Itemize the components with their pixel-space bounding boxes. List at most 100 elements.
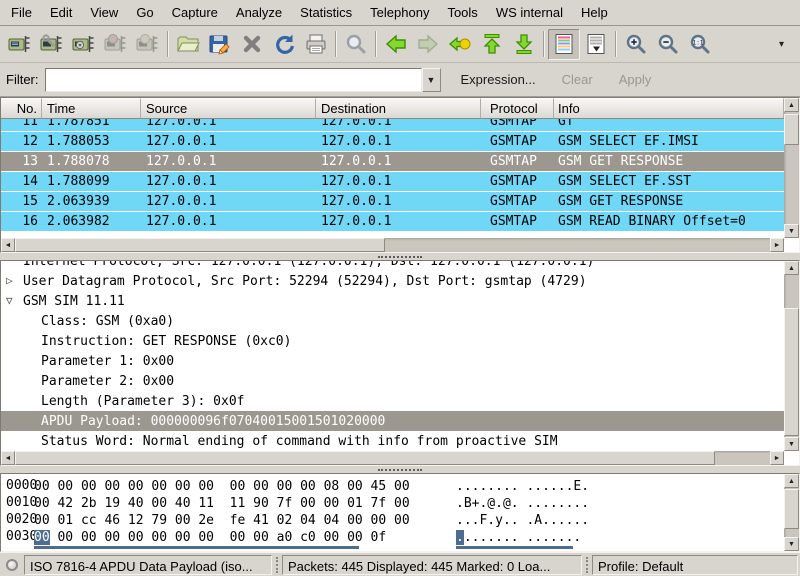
zoom-normal-button[interactable]: 1:1 xyxy=(684,29,716,60)
vscrollbar-thumb[interactable] xyxy=(784,114,799,145)
packet-row-selected[interactable]: 13 1.788078 127.0.0.1 127.0.0.1 GSMTAP G… xyxy=(1,152,784,172)
menu-item-help[interactable]: Help xyxy=(572,0,617,25)
scroll-up-icon[interactable]: ▲ xyxy=(784,474,799,488)
detail-row-apdu-payload-selected[interactable]: APDU Payload: 000000096f0704001500150102… xyxy=(1,411,784,431)
filter-input[interactable] xyxy=(45,68,422,92)
go-forward-button[interactable] xyxy=(412,29,444,60)
go-back-button[interactable] xyxy=(380,29,412,60)
vscrollbar-thumb[interactable] xyxy=(784,308,799,436)
zoom-in-button[interactable] xyxy=(620,29,652,60)
find-packet-button[interactable] xyxy=(340,29,372,60)
save-file-button[interactable] xyxy=(204,29,236,60)
detail-row-clipped[interactable]: Internet Protocol, Src: 127.0.0.1 (127.0… xyxy=(1,261,784,271)
statusbar-resize-grip[interactable] xyxy=(276,557,278,573)
menu-item-ws-internal[interactable]: WS internal xyxy=(487,0,572,25)
capture-start-button[interactable] xyxy=(68,29,100,60)
clear-button[interactable]: Clear xyxy=(556,68,599,91)
list-interfaces-icon xyxy=(8,32,32,56)
hex-row[interactable]: 0030 00 00 00 00 00 00 00 00 00 00 a0 c0… xyxy=(1,528,784,545)
close-file-button[interactable] xyxy=(236,29,268,60)
colorize-packets-toggle[interactable] xyxy=(548,29,580,60)
hex-row[interactable]: 0000 00 00 00 00 00 00 00 00 00 00 00 00… xyxy=(1,477,784,494)
detail-row-length[interactable]: Length (Parameter 3): 0x0f xyxy=(1,391,784,411)
detail-row-class[interactable]: Class: GSM (0xa0) xyxy=(1,311,784,331)
main-toolbar: 1:1 ▾ xyxy=(0,26,800,63)
detail-row-udp[interactable]: ▷ User Datagram Protocol, Src Port: 5229… xyxy=(1,271,784,291)
hex-dump-pane: 0000 00 00 00 00 00 00 00 00 00 00 00 00… xyxy=(0,473,800,552)
detail-row-status-word[interactable]: Status Word: Normal ending of command wi… xyxy=(1,431,784,451)
status-profile[interactable]: Profile: Default xyxy=(592,555,798,575)
capture-options-button[interactable] xyxy=(36,29,68,60)
col-header-destination[interactable]: Destination xyxy=(316,98,481,119)
go-to-top-button[interactable] xyxy=(476,29,508,60)
scroll-up-icon[interactable]: ▲ xyxy=(784,261,799,275)
menu-item-telephony[interactable]: Telephony xyxy=(361,0,438,25)
scroll-right-icon[interactable]: ► xyxy=(770,451,784,465)
close-file-icon xyxy=(240,32,264,56)
col-header-no[interactable]: No. xyxy=(1,98,42,119)
menu-item-go[interactable]: Go xyxy=(127,0,162,25)
packet-list-hscrollbar[interactable]: ◄ ► xyxy=(1,238,784,252)
toolbar-overflow-button[interactable]: ▾ xyxy=(775,35,788,54)
open-file-button[interactable] xyxy=(172,29,204,60)
pane-resize-handle[interactable] xyxy=(0,466,800,473)
hex-vscrollbar[interactable]: ▲ ▼ xyxy=(784,474,799,551)
expert-info-button[interactable] xyxy=(2,555,21,574)
detail-row-instruction[interactable]: Instruction: GET RESPONSE (0xc0) xyxy=(1,331,784,351)
scroll-down-icon[interactable]: ▼ xyxy=(784,537,799,551)
chevron-down-icon: ▼ xyxy=(427,75,436,85)
packet-row[interactable]: 16 2.063982 127.0.0.1 127.0.0.1 GSMTAP G… xyxy=(1,212,784,232)
hscrollbar-thumb[interactable] xyxy=(15,451,715,465)
grip-dots-icon xyxy=(378,256,422,258)
packet-row[interactable]: 12 1.788053 127.0.0.1 127.0.0.1 GSMTAP G… xyxy=(1,132,784,152)
col-header-source[interactable]: Source xyxy=(141,98,316,119)
details-hscrollbar[interactable]: ◄ ► xyxy=(1,451,784,465)
scroll-down-icon[interactable]: ▼ xyxy=(784,224,799,238)
print-icon xyxy=(304,32,328,56)
packet-list-vscrollbar[interactable]: ▲ ▼ xyxy=(784,98,799,238)
hex-row[interactable]: 0020 00 01 cc 46 12 79 00 2e fe 41 02 04… xyxy=(1,511,784,528)
expander-expanded-icon[interactable]: ▽ xyxy=(6,294,13,307)
packet-row-clipped[interactable]: 11 1.787851 127.0.0.1 127.0.0.1 GSMTAP G… xyxy=(1,119,784,132)
vscrollbar-thumb[interactable] xyxy=(784,489,799,529)
scroll-down-icon[interactable]: ▼ xyxy=(784,437,799,451)
menu-item-view[interactable]: View xyxy=(81,0,127,25)
detail-row-gsm-sim[interactable]: ▽ GSM SIM 11.11 xyxy=(1,291,784,311)
go-to-packet-button[interactable] xyxy=(444,29,476,60)
go-to-bottom-button[interactable] xyxy=(508,29,540,60)
capture-restart-button[interactable] xyxy=(132,29,164,60)
hscrollbar-thumb[interactable] xyxy=(15,238,385,252)
expander-collapsed-icon[interactable]: ▷ xyxy=(6,274,13,287)
reload-button[interactable] xyxy=(268,29,300,60)
menu-item-statistics[interactable]: Statistics xyxy=(291,0,361,25)
list-interfaces-button[interactable] xyxy=(4,29,36,60)
packet-row[interactable]: 15 2.063939 127.0.0.1 127.0.0.1 GSMTAP G… xyxy=(1,192,784,212)
scroll-left-icon[interactable]: ◄ xyxy=(1,238,15,252)
auto-scroll-toggle[interactable] xyxy=(580,29,612,60)
scroll-right-icon[interactable]: ► xyxy=(770,238,784,252)
menu-item-tools[interactable]: Tools xyxy=(438,0,486,25)
hex-row[interactable]: 0010 00 42 2b 19 40 00 40 11 11 90 7f 00… xyxy=(1,494,784,511)
packet-row[interactable]: 14 1.788099 127.0.0.1 127.0.0.1 GSMTAP G… xyxy=(1,172,784,192)
print-button[interactable] xyxy=(300,29,332,60)
detail-row-parameter1[interactable]: Parameter 1: 0x00 xyxy=(1,351,784,371)
menu-item-file[interactable]: File xyxy=(2,0,41,25)
filter-dropdown-button[interactable]: ▼ xyxy=(422,68,441,92)
scroll-left-icon[interactable]: ◄ xyxy=(1,451,15,465)
details-vscrollbar[interactable]: ▲ ▼ xyxy=(784,261,799,451)
capture-start-icon xyxy=(72,32,96,56)
scroll-up-icon[interactable]: ▲ xyxy=(784,98,799,112)
menu-item-edit[interactable]: Edit xyxy=(41,0,81,25)
col-header-time[interactable]: Time xyxy=(42,98,141,119)
zoom-out-button[interactable] xyxy=(652,29,684,60)
apply-button[interactable]: Apply xyxy=(613,68,658,91)
expression-button[interactable]: Expression... xyxy=(455,68,542,91)
statusbar-resize-grip[interactable] xyxy=(586,557,588,573)
pane-resize-handle[interactable] xyxy=(0,253,800,260)
detail-row-parameter2[interactable]: Parameter 2: 0x00 xyxy=(1,371,784,391)
capture-stop-button[interactable] xyxy=(100,29,132,60)
menu-item-capture[interactable]: Capture xyxy=(163,0,227,25)
menu-item-analyze[interactable]: Analyze xyxy=(227,0,291,25)
col-header-protocol[interactable]: Protocol xyxy=(481,98,554,119)
col-header-info[interactable]: Info xyxy=(554,98,784,119)
